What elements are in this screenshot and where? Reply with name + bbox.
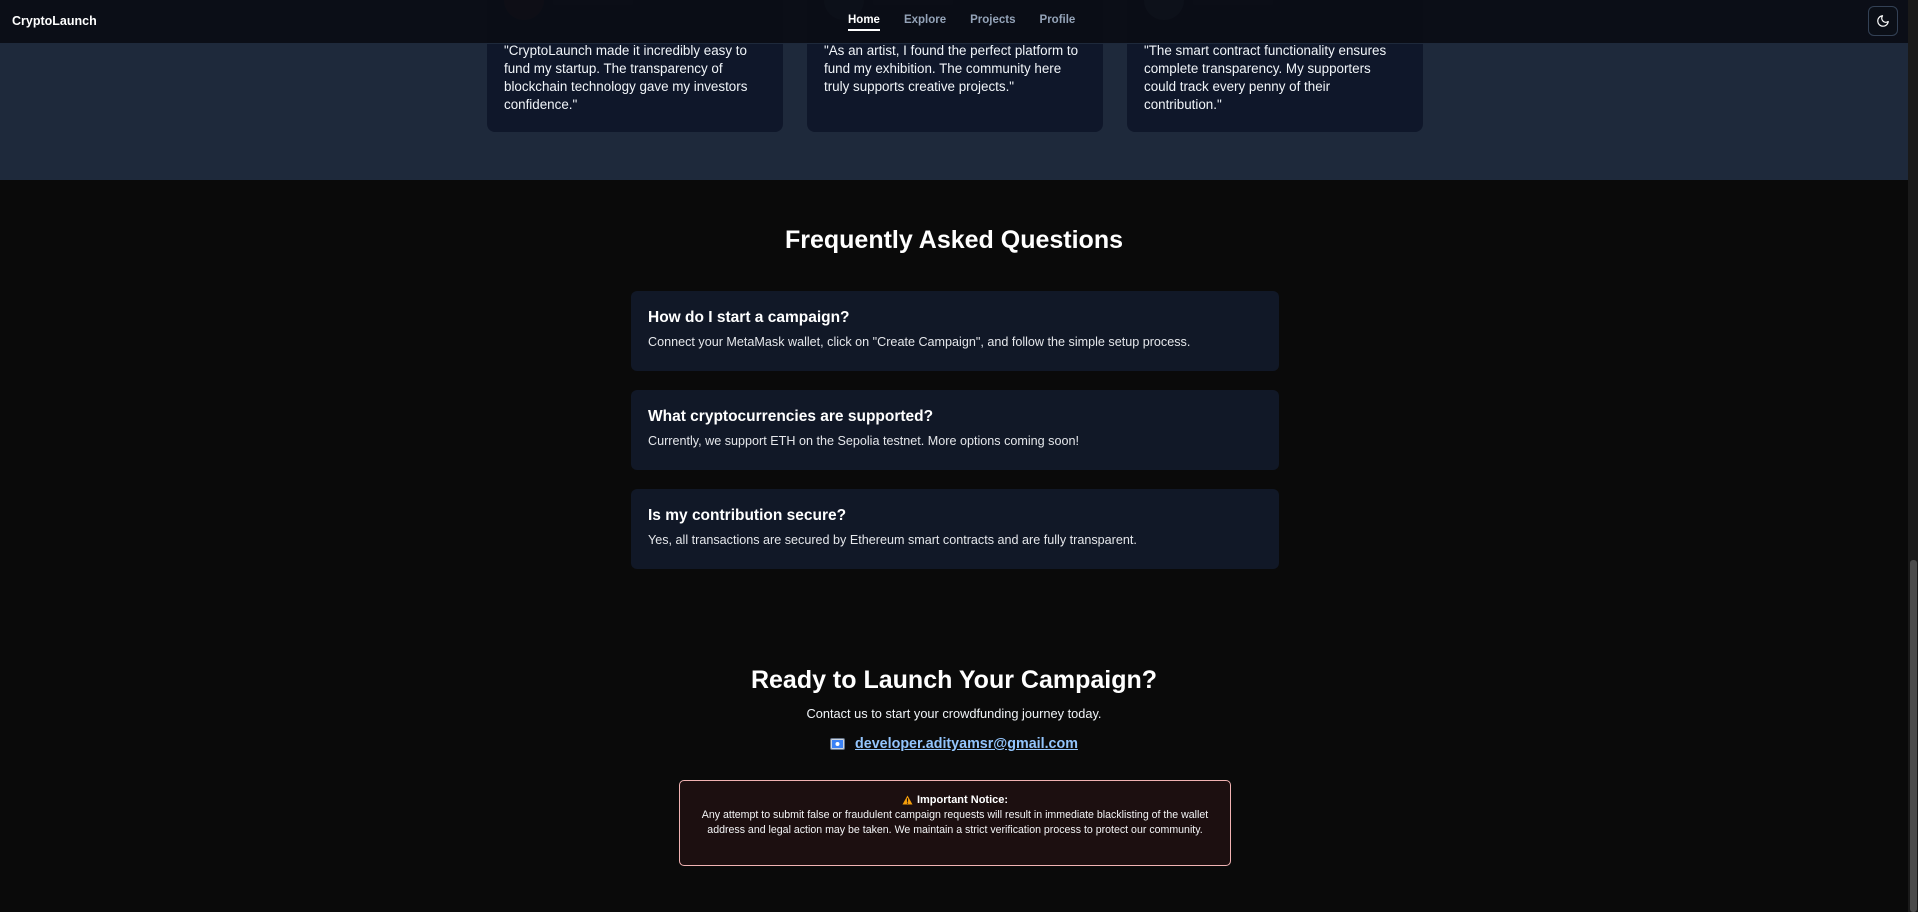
nav-home[interactable]: Home xyxy=(848,14,880,31)
faq-item[interactable]: How do I start a campaign? Connect your … xyxy=(631,291,1279,371)
faq-answer: Connect your MetaMask wallet, click on "… xyxy=(648,335,1191,349)
testimonial-quote: "As an artist, I found the perfect platf… xyxy=(824,43,1079,94)
main-nav: Home Explore Projects Profile xyxy=(848,14,1099,31)
testimonial-quote: "CryptoLaunch made it incredibly easy to… xyxy=(504,43,748,112)
testimonial-quote: "The smart contract functionality ensure… xyxy=(1144,43,1387,112)
nav-profile[interactable]: Profile xyxy=(1040,14,1076,31)
top-navbar: CryptoLaunch Home Explore Projects Profi… xyxy=(0,0,1908,44)
cta-title: Ready to Launch Your Campaign? xyxy=(750,666,1158,694)
cta-subtitle: Contact us to start your crowdfunding jo… xyxy=(806,706,1102,721)
faq-title: Frequently Asked Questions xyxy=(784,226,1124,254)
important-notice: Important Notice: Any attempt to submit … xyxy=(679,780,1231,866)
faq-answer: Currently, we support ETH on the Sepolia… xyxy=(648,434,1079,448)
faq-item[interactable]: What cryptocurrencies are supported? Cur… xyxy=(631,390,1279,470)
faq-item[interactable]: Is my contribution secure? Yes, all tran… xyxy=(631,489,1279,569)
theme-toggle-button[interactable] xyxy=(1868,6,1898,36)
notice-heading: Important Notice: xyxy=(916,794,1009,806)
warning-icon xyxy=(902,795,913,805)
mail-icon xyxy=(830,738,846,750)
faq-question: Is my contribution secure? xyxy=(648,507,847,524)
logo[interactable]: CryptoLaunch xyxy=(12,14,97,28)
page-scrollbar[interactable] xyxy=(1908,0,1918,912)
notice-heading-row: Important Notice: xyxy=(698,794,1212,806)
nav-explore[interactable]: Explore xyxy=(904,14,946,31)
faq-question: What cryptocurrencies are supported? xyxy=(648,408,934,425)
moon-icon xyxy=(1877,15,1889,27)
contact-email-link[interactable]: developer.adityamsr@gmail.com xyxy=(855,736,1078,752)
faq-question: How do I start a campaign? xyxy=(648,309,850,326)
nav-projects[interactable]: Projects xyxy=(970,14,1015,31)
page: "CryptoLaunch made it incredibly easy to… xyxy=(0,0,1918,912)
scrollbar-thumb[interactable] xyxy=(1910,560,1917,912)
faq-answer: Yes, all transactions are secured by Eth… xyxy=(648,533,1137,547)
contact-email-row: developer.adityamsr@gmail.com xyxy=(0,736,1908,752)
notice-body: Any attempt to submit false or fraudulen… xyxy=(701,809,1209,836)
